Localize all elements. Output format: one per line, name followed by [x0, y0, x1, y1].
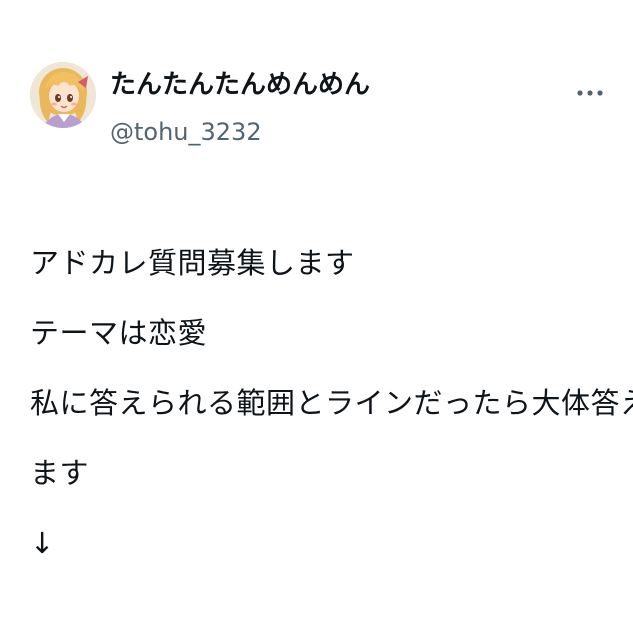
tweet-text-line: テーマは恋愛 — [30, 316, 208, 350]
more-horizontal-icon — [577, 90, 603, 96]
author-handle[interactable]: @tohu_3232 — [110, 116, 262, 148]
tweet-text-line: 私に答えられる範囲とラインだったら大体答え — [30, 386, 633, 420]
more-options-button[interactable] — [570, 78, 610, 108]
avatar-image — [30, 62, 96, 128]
author-display-name[interactable]: たんたんたんめんめん — [110, 68, 370, 102]
tweet-body: アドカレ質問募集します テーマは恋愛 私に答えられる範囲とラインだったら大体答え… — [30, 228, 633, 578]
tweet-text-line: ます — [30, 456, 90, 490]
avatar[interactable] — [30, 62, 96, 128]
tweet-card: たんたんたんめんめん @tohu_3232 アドカレ質問募集します テーマは恋愛… — [0, 0, 633, 633]
tweet-text-line: アドカレ質問募集します — [30, 246, 355, 280]
tweet-text-line: ↓ — [30, 526, 55, 560]
